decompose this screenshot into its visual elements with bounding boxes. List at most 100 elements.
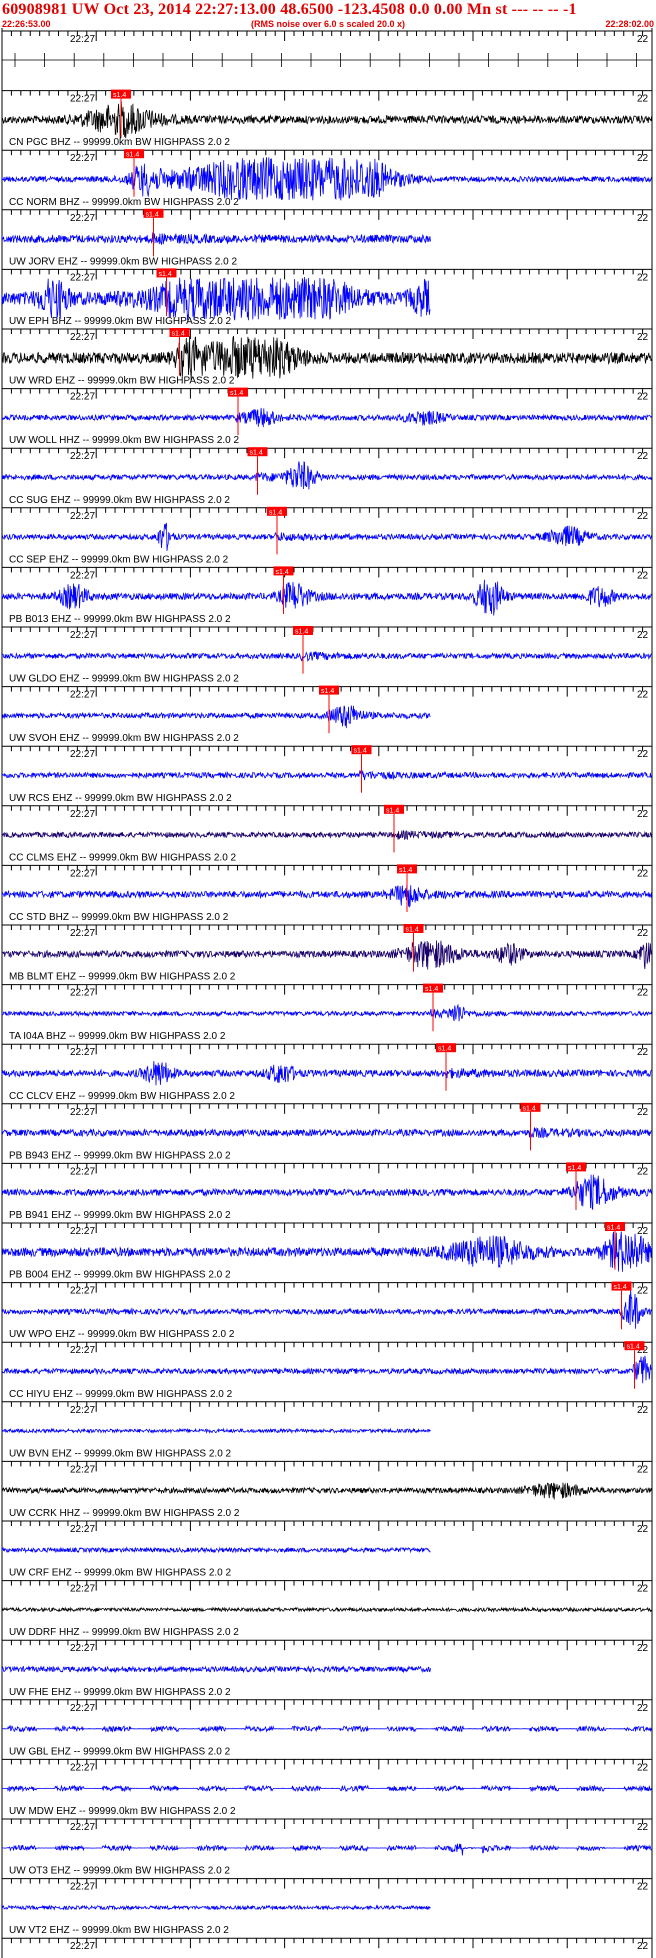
edge-label: 22	[637, 213, 649, 224]
pick-label: s1.4	[438, 1046, 451, 1053]
pick-marker: s1.4	[436, 1043, 456, 1091]
pick-label: s1.4	[523, 1105, 536, 1112]
event-title: 60908981 UW Oct 23, 2014 22:27:13.00 48.…	[2, 1, 577, 18]
pick-label: s1.4	[607, 1225, 620, 1232]
station-label: UW CRF EHZ -- 99999.0km BW HIGHPASS 2.0 …	[9, 1568, 232, 1579]
waveform	[1, 1724, 652, 1733]
waveform	[1, 830, 652, 841]
station-label: UW SVOH EHZ -- 99999.0km BW HIGHPASS 2.0…	[9, 733, 239, 744]
station-label: CC SEP EHZ -- 99999.0km BW HIGHPASS 2.0 …	[9, 554, 229, 565]
edge-label: 22	[637, 690, 649, 701]
edge-label: 22	[637, 1166, 649, 1177]
pick-marker: s1.4	[319, 685, 339, 734]
trace-panel: 22:27 22 UW GBL EHZ -- 99999.0km BW HIGHPA…	[1, 1699, 653, 1757]
header: 60908981 UW Oct 23, 2014 22:27:13.00 48.…	[0, 0, 656, 29]
minute-label: 22:27	[70, 1762, 95, 1773]
station-label: CC HIYU EHZ -- 99999.0km BW HIGHPASS 2.0…	[9, 1389, 233, 1400]
waveform	[1, 407, 652, 428]
minute-label: 22:27	[70, 1166, 95, 1177]
trace-panel: 22:27 22 CN PGC BHZ -- 99999.0km BW HIGHPA…	[1, 90, 653, 148]
station-label: UW WPO EHZ -- 99999.0km BW HIGHPASS 2.0 …	[9, 1329, 235, 1340]
waveform	[1, 101, 652, 139]
station-label: UW CCRK HHZ -- 99999.0km BW HIGHPASS 2.0…	[9, 1508, 240, 1519]
waveform	[1, 461, 652, 490]
pick-label: s1.4	[250, 450, 263, 457]
pick-label: s1.4	[406, 927, 419, 934]
station-label: CC CLMS EHZ -- 99999.0km BW HIGHPASS 2.0…	[9, 852, 237, 863]
waveform	[1, 1546, 431, 1554]
waveform	[1, 157, 652, 201]
minute-label: 22:27	[70, 1703, 95, 1714]
trace-panel: 22:27 22 PB B943 EHZ -- 99999.0km BW HIGHP…	[1, 1103, 653, 1161]
minute-label: 22:27	[70, 1345, 95, 1356]
station-label: CC SUG EHZ -- 99999.0km BW HIGHPASS 2.0 …	[9, 495, 230, 506]
edge-label: 22	[637, 630, 649, 641]
station-label: PB B943 EHZ -- 99999.0km BW HIGHPASS 2.0…	[9, 1150, 231, 1161]
edge-label: 22	[637, 1464, 649, 1475]
pick-marker: s1.4	[247, 447, 268, 495]
station-label: MB BLMT EHZ -- 99999.0km BW HIGHPASS 2.0…	[9, 972, 236, 983]
waveform	[1, 1061, 652, 1086]
waveform	[1, 579, 652, 616]
waveform	[1, 885, 652, 908]
minute-label: 22:27	[70, 213, 95, 224]
trace-panel: 22:27 22 UW DDRF HHZ -- 99999.0km BW HIGHP…	[1, 1580, 653, 1638]
trace-panel: 22:27 22 CC CLCV EHZ -- 99999.0km BW HIGHP…	[1, 1043, 653, 1102]
minute-label: 22:27	[70, 988, 95, 999]
minute-label: 22:27	[70, 749, 95, 760]
trace-panel: 22:27 22 UW JORV EHZ -- 99999.0km BW HIGHP…	[1, 209, 653, 267]
edge-label: 22	[637, 1226, 649, 1237]
waveform	[1, 1843, 652, 1856]
trace-panel: 22:27 22 UW SVOH EHZ -- 99999.0km BW HIGHP…	[1, 686, 653, 744]
trace-panel: 22:27 22CC HIYU EHZ -- 99999.0km BW HIGHP…	[1, 1341, 653, 1400]
waveform	[1, 1904, 431, 1911]
station-label: UW WRD EHZ -- 99999.0km BW HIGHPASS 2.0 …	[9, 376, 235, 387]
minute-label: 22:27	[70, 1941, 95, 1952]
station-label: PB B941 EHZ -- 99999.0km BW HIGHPASS 2.0…	[9, 1210, 231, 1221]
trace-panel: 22:27 22 UW OT3 EHZ -- 99999.0km BW HIGHPA…	[1, 1818, 653, 1877]
minute-label: 22:27	[70, 94, 95, 105]
waveform	[1, 1174, 652, 1210]
waveform	[1, 1482, 652, 1500]
waveform	[1, 651, 652, 662]
trace-panel: 22:27 22 UW WPO EHZ -- 99999.0km BW HIGHPA…	[1, 1282, 653, 1340]
edge-label: 22	[637, 1703, 649, 1714]
minute-label: 22:27	[70, 34, 95, 45]
edge-label: 22	[637, 1882, 649, 1893]
trace-panel: 22:27 22 UW EPH BHZ -- 99999.0km BW HIGHPA…	[1, 268, 653, 327]
minute-label: 22:27	[70, 690, 95, 701]
waveform	[1, 1427, 431, 1435]
minute-label: 22:27	[70, 630, 95, 641]
station-label: CC STD BHZ -- 99999.0km BW HIGHPASS 2.0 …	[9, 912, 229, 923]
trace-panel: 22:27 22 UW FHE EHZ -- 99999.0km BW HIGHPA…	[1, 1639, 653, 1698]
edge-label: 22	[637, 511, 649, 522]
pick-label: s1.4	[295, 629, 308, 636]
edge-label: 22	[637, 1524, 649, 1535]
station-label: CN PGC BHZ -- 99999.0km BW HIGHPASS 2.0 …	[9, 137, 230, 148]
waveform	[1, 1003, 652, 1022]
pick-marker: s1.4	[520, 1102, 541, 1151]
pick-label: s1.4	[113, 92, 126, 99]
edge-label: 22	[637, 392, 649, 403]
pick-label: s1.4	[269, 509, 282, 516]
pick-label: s1.4	[614, 1284, 627, 1291]
edge-label: 22	[637, 153, 649, 164]
minute-label: 22:27	[70, 570, 95, 581]
edge-label: 22	[637, 1107, 649, 1118]
minute-label: 22:27	[70, 272, 95, 283]
station-label: CC CLCV EHZ -- 99999.0km BW HIGHPASS 2.0…	[9, 1091, 235, 1102]
station-label: PB B004 EHZ -- 99999.0km BW HIGHPASS 2.0…	[9, 1270, 231, 1281]
station-label: UW VT2 EHZ -- 99999.0km BW HIGHPASS 2.0 …	[9, 1925, 229, 1936]
edge-label: 22	[637, 1286, 649, 1297]
trace-panel: 22:27 22 UW GLDO EHZ -- 99999.0km BW HIGHP…	[1, 626, 653, 685]
minute-label: 22:27	[70, 1643, 95, 1654]
edge-label: 22	[637, 1822, 649, 1833]
trace-panel: 22:27 22	[1, 30, 653, 67]
trace-panel: 22:2722UW WA2 BHZ -- 99999.0km BW HIGHPA…	[1, 1937, 653, 1952]
trace-panel: 22:27 22 CC SEP EHZ -- 99999.0km BW HIGHPA…	[1, 507, 653, 565]
trace-panel: 22:27 22 PB B004 EHZ -- 99999.0km BW HIGHP…	[1, 1222, 653, 1281]
edge-label: 22	[637, 928, 649, 939]
edge-label: 22	[637, 988, 649, 999]
station-label: CC NORM BHZ -- 99999.0km BW HIGHPASS 2.0…	[9, 197, 239, 208]
station-label: UW WOLL HHZ -- 99999.0km BW HIGHPASS 2.0…	[9, 435, 239, 446]
